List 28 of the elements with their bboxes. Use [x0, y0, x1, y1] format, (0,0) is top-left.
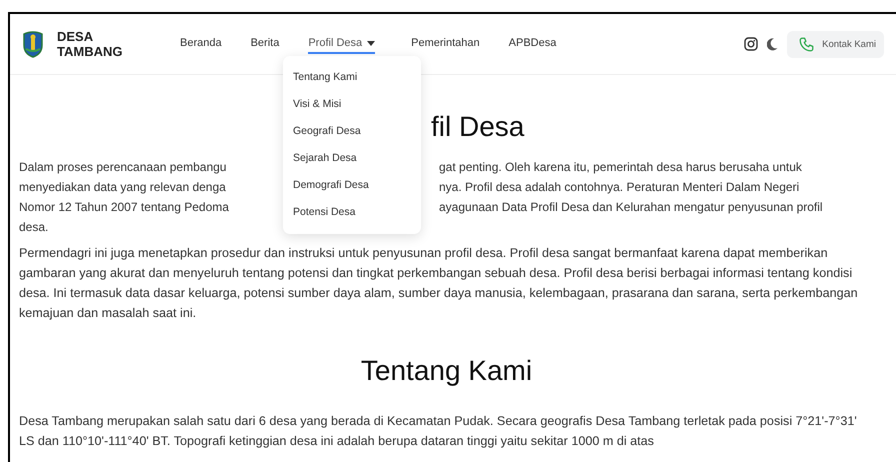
- paragraph-text: ayagunaan Data Profil Desa dan Kelurahan mengatur penyusunan profil: [439, 199, 824, 216]
- paragraph-text: menyediakan data yang relevan denga: [19, 179, 227, 196]
- dropdown-item[interactable]: Potensi Desa: [283, 201, 421, 228]
- nav-link[interactable]: Profil Desa: [308, 34, 376, 54]
- paragraph-text: Desa Tambang merupakan salah satu dari 6 desa yang berada di Kecamatan Pudak. Secara geografis Desa Tambang terletak pada posisi 7°21'-7°31' LS dan 110°10'-111°40' BT. Topografi ketinggian desa ini adalah berupa dataran tinggi yaitu sekitar 1000 m di atas: [19, 413, 858, 450]
- dropdown-item[interactable]: Visi & Misi: [283, 93, 421, 120]
- phone-icon: [799, 36, 814, 52]
- nav-link[interactable]: Berita: [250, 34, 280, 54]
- paragraph-text: gat penting. Oleh karena itu, pemerintah desa harus berusaha untuk: [439, 159, 803, 176]
- paragraph-text: Dalam proses perencanaan pembangu: [19, 159, 228, 176]
- dropdown-item[interactable]: Sejarah Desa: [283, 147, 421, 174]
- dropdown-item[interactable]: Demografi Desa: [283, 174, 421, 201]
- dropdown-item[interactable]: Tentang Kami: [283, 66, 421, 93]
- moon-icon[interactable]: [767, 38, 778, 50]
- paragraph-text: Nomor 12 Tahun 2007 tentang Pedoma: [19, 199, 230, 216]
- dropdown-item[interactable]: Geografi Desa: [283, 120, 421, 147]
- paragraph-text: Permendagri ini juga menetapkan prosedur dan instruksi untuk penyusunan profil desa. Profil desa sangat bermanfaat karena dapat memberikan gambaran yang akurat dan menyeluruh tentang potensi dan tingkat perkembangan sebuah desa. Profil desa berisi berbagai informasi tentang kondisi desa. Ini termasuk data dasar keluarga, potensi sumber daya alam, sumber daya manusia, kelembagaan, prasarana dan sarana, serta perkembangan kemajuan dan masalah saat ini.: [19, 245, 859, 322]
- section-heading: Tentang Kami: [360, 354, 534, 388]
- nav-link[interactable]: Beranda: [180, 34, 222, 54]
- paragraph-text: nya. Profil desa adalah contohnya. Peraturan Menteri Dalam Negeri: [439, 179, 800, 196]
- site-title: DESA TAMBANG: [57, 29, 122, 59]
- section-heading: fil Desa: [431, 110, 526, 144]
- instagram-icon[interactable]: [744, 37, 758, 51]
- nav-link[interactable]: Pemerintahan: [411, 34, 480, 54]
- village-emblem-icon: [22, 30, 44, 58]
- paragraph-text: desa.: [19, 219, 50, 236]
- nav-link[interactable]: APBDesa: [508, 34, 556, 54]
- contact-button[interactable]: Kontak Kami: [787, 30, 884, 58]
